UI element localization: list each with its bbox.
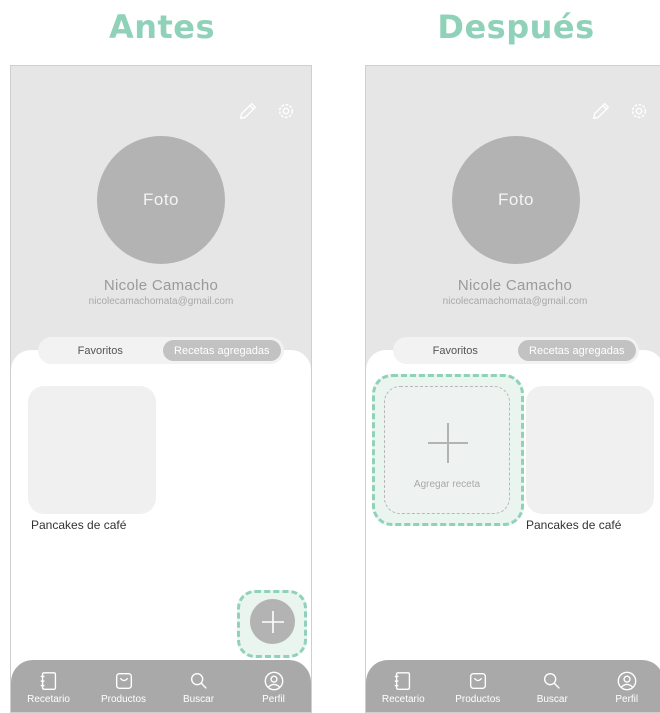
nav-item-recetario[interactable]: Recetario: [367, 670, 439, 705]
book-icon: [395, 672, 411, 690]
nav-item-productos[interactable]: Productos: [442, 670, 514, 705]
recipe-card[interactable]: [28, 386, 156, 514]
plus-icon: [428, 423, 468, 463]
tab-added-recipes[interactable]: Recetas agregadas: [517, 340, 636, 361]
recipe-card[interactable]: [526, 386, 654, 514]
tab-favorites[interactable]: Favoritos: [41, 340, 160, 361]
tab-favorites[interactable]: Favoritos: [396, 340, 515, 361]
add-button[interactable]: [250, 599, 295, 644]
search-icon: [544, 672, 561, 689]
tab-added-recipes[interactable]: Recetas agregadas: [162, 340, 281, 361]
nav-label: Perfil: [615, 694, 639, 705]
add-recipe-card[interactable]: Agregar receta: [384, 386, 510, 514]
nav-item-recetario[interactable]: Recetario: [13, 670, 85, 705]
nav-label: Perfil: [262, 694, 285, 705]
gear-icon[interactable]: [275, 100, 297, 122]
before-title: Antes: [108, 8, 216, 46]
avatar[interactable]: Foto: [97, 136, 225, 264]
avatar-label: Foto: [142, 190, 180, 209]
bag-icon: [469, 672, 486, 690]
phone-screen-after: Foto Nicole Camacho nicolecamachomata@gm…: [365, 65, 660, 713]
bottom-nav: Recetario Productos Buscar Perfil: [366, 660, 660, 712]
nav-item-perfil[interactable]: Perfil: [238, 670, 310, 705]
nav-label: Productos: [100, 694, 147, 705]
search-icon: [190, 672, 207, 689]
after-title: Después: [437, 8, 595, 46]
gear-icon[interactable]: [628, 100, 650, 122]
nav-label: Buscar: [536, 694, 568, 705]
recipe-name: Pancakes de café: [31, 518, 127, 532]
bag-icon: [115, 672, 132, 690]
book-icon: [40, 672, 56, 690]
nav-item-buscar[interactable]: Buscar: [516, 670, 588, 705]
nav-item-buscar[interactable]: Buscar: [163, 670, 235, 705]
profile-name: Nicole Camacho: [103, 277, 219, 294]
tab-bar: Favoritos Recetas agregadas: [393, 337, 639, 364]
recipe-name: Pancakes de café: [526, 518, 622, 532]
plus-icon: [261, 610, 284, 633]
nav-label: Productos: [455, 694, 501, 705]
profile-email: nicolecamachomata@gmail.com: [442, 296, 588, 307]
phone-screen-before: Foto Nicole Camacho nicolecamachomata@gm…: [10, 65, 312, 713]
bottom-nav: Recetario Productos Buscar Perfil: [11, 660, 311, 712]
profile-name: Nicole Camacho: [457, 277, 573, 294]
pencil-icon[interactable]: [590, 100, 612, 122]
profile-email: nicolecamachomata@gmail.com: [88, 296, 234, 307]
nav-label: Buscar: [182, 694, 215, 705]
profile-icon: [264, 671, 283, 691]
pencil-icon[interactable]: [237, 100, 259, 122]
avatar[interactable]: Foto: [452, 136, 580, 264]
add-recipe-label: Agregar receta: [413, 479, 481, 490]
avatar-label: Foto: [497, 190, 535, 209]
nav-item-perfil[interactable]: Perfil: [591, 670, 660, 705]
tab-bar: Favoritos Recetas agregadas: [38, 337, 284, 364]
nav-label: Recetario: [27, 694, 70, 705]
profile-icon: [617, 671, 637, 691]
nav-item-productos[interactable]: Productos: [88, 670, 160, 705]
nav-label: Recetario: [381, 694, 425, 705]
